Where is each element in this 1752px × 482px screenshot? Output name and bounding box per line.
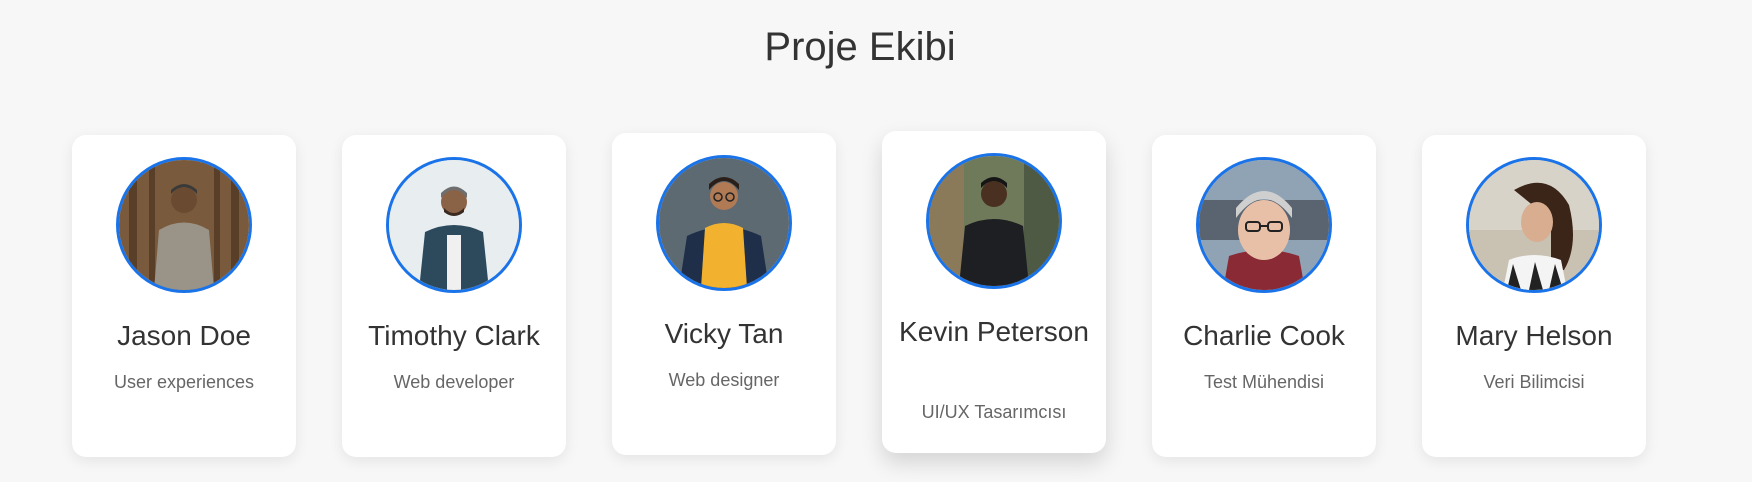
member-role: Web developer [393,372,515,392]
person-photo-icon [659,158,789,288]
team-card-vicky-tan: Vicky Tan Web designer [612,133,836,455]
member-role: Test Mühendisi [1203,372,1325,392]
person-photo-icon [1199,160,1329,290]
avatar [656,155,792,291]
team-section: Proje Ekibi Jason Doe User experiences T… [0,0,1752,482]
team-card-mary-helson: Mary Helson Veri Bilimcisi [1422,135,1646,457]
member-name: Timothy Clark [368,320,540,351]
person-photo-icon [389,160,519,290]
avatar [386,157,522,293]
team-card-jason-doe: Jason Doe User experiences [72,135,296,457]
page-title: Proje Ekibi [764,25,956,69]
member-name: Mary Helson [1455,320,1613,351]
member-name: Charlie Cook [1183,320,1345,351]
team-card-kevin-peterson: Kevin Peterson UI/UX Tasarımcısı [882,131,1106,453]
member-role: Veri Bilimcisi [1483,372,1585,392]
avatar [1196,157,1332,293]
member-name: Kevin Peterson [899,316,1089,347]
person-photo-icon [1469,160,1599,290]
team-card-timothy-clark: Timothy Clark Web developer [342,135,566,457]
member-role: UI/UX Tasarımcısı [921,402,1067,422]
team-card-charlie-cook: Charlie Cook Test Mühendisi [1152,135,1376,457]
member-role: Web designer [668,370,780,390]
avatar [116,157,252,293]
avatar [926,153,1062,289]
avatar [1466,157,1602,293]
person-photo-icon [119,160,249,290]
person-photo-icon [929,156,1059,286]
member-role: User experiences [113,372,255,392]
member-name: Vicky Tan [664,318,784,349]
member-name: Jason Doe [117,320,251,351]
